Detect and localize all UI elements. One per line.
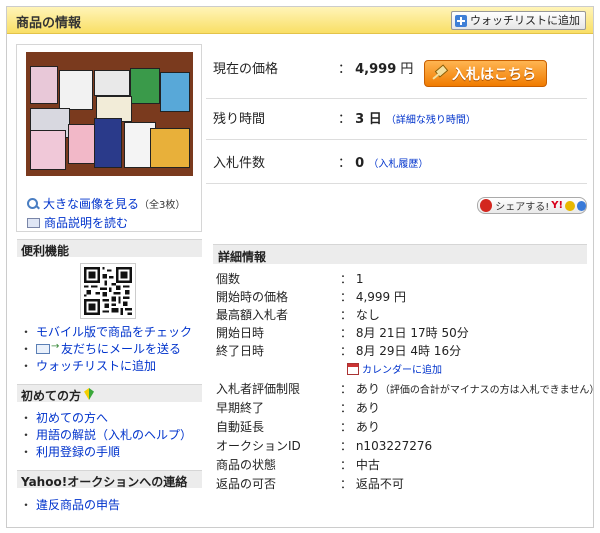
glossary-link[interactable]: ・ 用語の解説（入札のヘルプ）: [20, 426, 192, 443]
divider: [206, 183, 587, 184]
divider: [206, 98, 587, 99]
qr-code: [80, 263, 136, 319]
yahoo-icon: Y!: [551, 200, 564, 211]
beginner-mark-icon: [84, 388, 95, 400]
detail-value: ： 8月 29日 4時 16分: [340, 344, 462, 358]
share-icon: [480, 199, 493, 212]
bid-count-value: ： 0 （入札履歴）: [338, 156, 429, 171]
useful-features-heading: 便利機能: [17, 239, 202, 258]
report-item-label[interactable]: 違反商品の申告: [36, 496, 120, 513]
bid-count-label: 入札件数: [213, 156, 266, 171]
item-photo[interactable]: [26, 52, 193, 176]
current-price-value: ： 4,999 円: [338, 62, 414, 77]
detail-value: ： あり: [340, 420, 380, 434]
service-icon: [576, 200, 587, 211]
image-count: （全3枚）: [139, 200, 186, 211]
detail-label: 最高額入札者: [216, 308, 289, 322]
share-button[interactable]: シェアする! Y!: [477, 197, 587, 214]
detail-label: 商品の状態: [216, 458, 277, 472]
view-large-image-link[interactable]: 大きな画像を見る （全3枚）: [27, 195, 185, 212]
time-left-value: ： 3 日 （詳細な残り時間）: [338, 112, 476, 127]
add-to-watchlist-label: ウォッチリストに追加: [470, 14, 580, 27]
detail-value: ： 1: [340, 272, 364, 286]
contact-heading: Yahoo!オークションへの連絡: [17, 470, 202, 489]
detail-value: ： 中古: [340, 458, 380, 472]
detail-value: ： 4,999 円: [340, 290, 406, 304]
panel-header: 商品の情報 ウォッチリストに追加: [7, 7, 593, 34]
panel-title: 商品の情報: [16, 16, 82, 31]
bid-history-link[interactable]: （入札履歴）: [368, 159, 428, 170]
add-to-watchlist-button[interactable]: ウォッチリストに追加: [451, 11, 586, 30]
share-button-label: シェアする!: [495, 202, 550, 213]
detail-label: 個数: [216, 272, 241, 286]
add-to-calendar-link[interactable]: カレンダーに追加: [347, 361, 442, 376]
detail-label: 終了日時: [216, 344, 265, 358]
report-item-link[interactable]: ・ 違反商品の申告: [20, 496, 120, 513]
beginners-guide-label[interactable]: 初めての方へ: [36, 409, 108, 426]
mobile-check-label[interactable]: モバイル版で商品をチェック: [36, 323, 192, 340]
bid-button-label: 入札はこちら: [452, 66, 536, 83]
beginners-heading: 初めての方: [17, 384, 202, 403]
detail-value: ： 返品不可: [340, 477, 404, 491]
magnifier-icon: [27, 197, 39, 210]
registration-guide-label[interactable]: 利用登録の手順: [36, 443, 120, 460]
detail-label: 開始日時: [216, 326, 265, 340]
item-image-box: 大きな画像を見る （全3枚） 商品説明を読む: [16, 44, 202, 232]
time-left-label: 残り時間: [213, 112, 266, 127]
qr-code-icon: [84, 267, 132, 315]
beginners-guide-link[interactable]: ・ 初めての方へ: [20, 409, 108, 426]
calendar-icon: [347, 363, 359, 375]
detail-value: ： あり: [340, 401, 380, 415]
detail-value: ： 8月 21日 17時 50分: [340, 326, 469, 340]
book-icon: [27, 217, 40, 228]
mail-icon: [36, 341, 59, 354]
detail-label: 早期終了: [216, 401, 265, 415]
registration-guide-link[interactable]: ・ 利用登録の手順: [20, 443, 120, 460]
rating-limit-note: （評価の合計がマイナスの方は入札できません）: [379, 385, 600, 396]
detail-value: ： あり（評価の合計がマイナスの方は入札できません）: [340, 382, 600, 396]
item-info-panel: 商品の情報 ウォッチリストに追加 大きな画像を見る （全3枚） 商品説明を読む …: [6, 6, 599, 528]
detail-label: オークションID: [216, 439, 301, 453]
sidebar-watchlist-label[interactable]: ウォッチリストに追加: [36, 357, 156, 374]
sidebar-watchlist-link[interactable]: ・ ウォッチリストに追加: [20, 357, 156, 374]
view-large-image-label[interactable]: 大きな画像を見る: [43, 195, 139, 212]
detail-value: ： n103227276: [340, 439, 433, 453]
detailed-time-link[interactable]: （詳細な残り時間）: [386, 115, 476, 126]
detail-label: 入札者評価制限: [216, 382, 301, 396]
read-description-label[interactable]: 商品説明を読む: [44, 214, 128, 231]
send-mail-label[interactable]: 友だちにメールを送る: [61, 340, 181, 357]
current-price-label: 現在の価格: [213, 62, 279, 77]
detail-label: 開始時の価格: [216, 290, 289, 304]
detail-label: 自動延長: [216, 420, 265, 434]
service-icon: [565, 200, 575, 211]
detail-label: 返品の可否: [216, 477, 277, 491]
glossary-label[interactable]: 用語の解説（入札のヘルプ）: [36, 426, 192, 443]
detail-value: ： なし: [340, 308, 380, 322]
send-mail-link[interactable]: ・ 友だちにメールを送る: [20, 340, 181, 357]
divider: [206, 139, 587, 140]
gavel-icon: [431, 66, 447, 82]
read-description-link[interactable]: 商品説明を読む: [27, 214, 128, 231]
plus-icon: [455, 14, 467, 27]
mobile-check-link[interactable]: ・ モバイル版で商品をチェック: [20, 323, 192, 340]
details-heading: 詳細情報: [213, 244, 587, 264]
bid-button[interactable]: 入札はこちら: [424, 60, 547, 87]
